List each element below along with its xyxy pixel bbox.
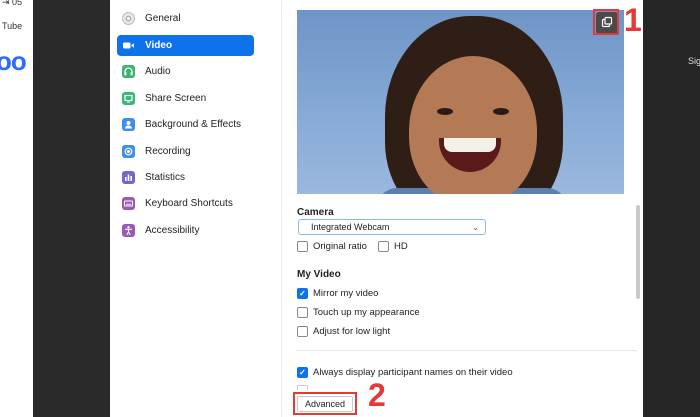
video-settings-panel: 1 Camera Integrated Webcam ⌄ Original ra… — [282, 0, 643, 417]
headphones-icon — [122, 65, 135, 78]
camera-select-value: Integrated Webcam — [311, 222, 390, 232]
keyboard-icon — [122, 197, 135, 210]
annotation-box-2 — [293, 392, 357, 415]
partially-hidden-checkbox — [297, 385, 308, 390]
background-app-left: ⇥ 05 Tube oo — [0, 0, 33, 417]
background-tab-number: ⇥ 05 — [2, 0, 23, 7]
chevron-down-icon: ⌄ — [472, 222, 479, 232]
scrollbar-thumb[interactable] — [636, 205, 640, 299]
section-divider — [297, 350, 637, 351]
settings-sidebar: General Video Audio Share Screen Backgro — [110, 0, 282, 417]
annotation-number-1: 1 — [624, 2, 642, 38]
sidebar-item-video[interactable]: Video — [117, 35, 254, 56]
hd-checkbox[interactable]: HD — [378, 241, 408, 252]
my-video-section-title: My Video — [297, 269, 341, 280]
low-light-checkbox[interactable]: Adjust for low light — [297, 326, 390, 337]
gear-icon — [122, 12, 135, 25]
background-logo: oo — [0, 46, 27, 76]
touch-up-box[interactable] — [297, 307, 308, 318]
hd-box[interactable] — [378, 241, 389, 252]
participant-names-box[interactable] — [297, 367, 308, 378]
touch-up-label: Touch up my appearance — [313, 307, 420, 318]
sidebar-item-recording[interactable]: Recording — [117, 141, 254, 162]
sidebar-item-general[interactable]: General — [117, 8, 254, 29]
camera-select[interactable]: Integrated Webcam ⌄ — [298, 219, 486, 235]
background-app-dark-strip — [33, 0, 110, 417]
preview-eye-left — [437, 108, 453, 115]
share-screen-icon — [122, 92, 135, 105]
sidebar-item-background-effects[interactable]: Background & Effects — [117, 114, 254, 135]
background-tab-text: Tube — [2, 21, 23, 31]
participant-names-label: Always display participant names on thei… — [313, 367, 513, 378]
sidebar-item-label: Statistics — [145, 172, 186, 183]
preview-teeth — [444, 138, 496, 152]
sidebar-item-keyboard-shortcuts[interactable]: Keyboard Shortcuts — [117, 193, 254, 214]
sidebar-item-label: Accessibility — [145, 225, 200, 236]
sidebar-item-share-screen[interactable]: Share Screen — [117, 88, 254, 109]
mirror-video-label: Mirror my video — [313, 288, 379, 299]
sidebar-item-label: Video — [145, 40, 173, 51]
sidebar-item-label: General — [145, 13, 181, 24]
sidebar-item-label: Recording — [145, 146, 191, 157]
preview-eye-right — [493, 108, 509, 115]
portrait-icon — [122, 118, 135, 131]
sidebar-item-label: Keyboard Shortcuts — [145, 198, 233, 209]
low-light-label: Adjust for low light — [313, 326, 391, 337]
settings-window: General Video Audio Share Screen Backgro — [110, 0, 643, 417]
original-ratio-box[interactable] — [297, 241, 308, 252]
video-camera-icon — [122, 39, 135, 52]
sidebar-item-accessibility[interactable]: Accessibility — [117, 220, 254, 241]
original-ratio-checkbox[interactable]: Original ratio — [297, 241, 367, 252]
original-ratio-label: Original ratio — [313, 241, 367, 252]
hd-label: HD — [394, 241, 408, 252]
mirror-video-box[interactable] — [297, 288, 308, 299]
accessibility-icon — [122, 224, 135, 237]
sidebar-item-audio[interactable]: Audio — [117, 61, 254, 82]
sidebar-item-label: Share Screen — [145, 93, 207, 104]
participant-names-checkbox[interactable]: Always display participant names on thei… — [297, 367, 513, 378]
annotation-box-1 — [593, 9, 619, 35]
sidebar-item-label: Background & Effects — [145, 119, 241, 130]
bar-chart-icon — [122, 171, 135, 184]
preview-face — [409, 56, 537, 194]
camera-preview — [297, 10, 624, 194]
low-light-box[interactable] — [297, 326, 308, 337]
touch-up-checkbox[interactable]: Touch up my appearance — [297, 307, 420, 318]
annotation-number-2: 2 — [368, 377, 386, 413]
background-right-text: Sig — [688, 56, 700, 66]
camera-section-title: Camera — [297, 207, 334, 218]
sidebar-item-label: Audio — [145, 66, 171, 77]
mirror-video-checkbox[interactable]: Mirror my video — [297, 288, 378, 299]
sidebar-item-statistics[interactable]: Statistics — [117, 167, 254, 188]
record-icon — [122, 145, 135, 158]
